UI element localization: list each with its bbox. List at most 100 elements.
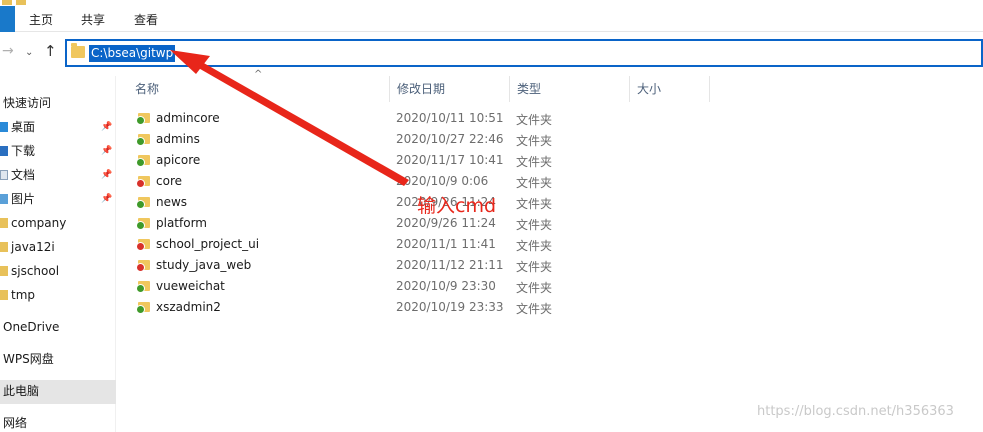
column-headers: 名称 修改日期 类型 大小 [128,76,710,102]
file-date: 2020/10/11 10:51 [396,111,504,125]
sidebar-item-label: 下载 [11,144,36,158]
folder-icon [0,290,8,300]
sidebar-item-label: 桌面 [11,120,36,134]
sidebar-item-this-pc[interactable]: 此电脑 [0,380,116,404]
folder-icon [0,242,8,252]
up-arrow-icon[interactable]: ↑ [44,42,57,60]
file-row[interactable]: core 2020/10/9 0:06 文件夹 [128,171,728,192]
file-name: core [156,174,182,188]
sync-error-icon [136,263,145,272]
sidebar-item-label: company [11,216,67,230]
folder-icon [2,0,12,5]
folder-icon [136,279,150,293]
sidebar-item-network[interactable]: 网络 [0,412,116,432]
file-name: apicore [156,153,201,167]
file-date: 2020/10/19 23:33 [396,300,504,314]
folder-icon [136,153,150,167]
folder-icon [0,266,8,276]
file-row[interactable]: admincore 2020/10/11 10:51 文件夹 [128,108,728,129]
ribbon-tabs: 主页 共享 查看 [0,6,983,32]
sidebar-item-sjschool[interactable]: sjschool [0,260,116,282]
file-tab[interactable] [0,6,15,32]
folder-icon [136,258,150,272]
sidebar-item-downloads[interactable]: 下载 📌 [0,140,116,162]
file-type: 文件夹 [516,113,553,127]
column-header-name[interactable]: 名称 [128,76,390,102]
file-name: xszadmin2 [156,300,221,314]
forward-arrow-icon[interactable]: → [2,43,14,59]
sidebar-item-desktop[interactable]: 桌面 📌 [0,116,116,138]
file-name: platform [156,216,207,230]
column-header-type[interactable]: 类型 [510,76,630,102]
file-name: study_java_web [156,258,252,272]
sidebar-item-wps[interactable]: WPS网盘 [0,348,116,370]
column-header-size[interactable]: 大小 [630,76,710,102]
file-type: 文件夹 [516,281,553,295]
file-type: 文件夹 [516,197,553,211]
sidebar-item-onedrive[interactable]: OneDrive [0,316,116,338]
sidebar-item-label: OneDrive [3,320,60,334]
sidebar-item-tmp[interactable]: tmp [0,284,116,306]
address-path[interactable]: C:\bsea\gitwp [89,45,176,62]
file-date: 2020/10/9 23:30 [396,279,496,293]
sidebar-item-company[interactable]: company [0,212,116,234]
sync-ok-icon [136,116,145,125]
file-row[interactable]: school_project_ui 2020/11/1 11:41 文件夹 [128,234,728,255]
pin-icon[interactable]: 📌 [101,164,112,186]
file-date: 2020/9/26 11:24 [396,216,496,230]
pin-icon[interactable]: 📌 [101,140,112,162]
file-row[interactable]: admins 2020/10/27 22:46 文件夹 [128,129,728,150]
file-name: school_project_ui [156,237,260,251]
sidebar-item-label: 网络 [3,416,28,430]
sidebar-item-pictures[interactable]: 图片 📌 [0,188,116,210]
tab-view[interactable]: 查看 [134,11,158,28]
desktop-icon [0,122,8,132]
sidebar-item-java12i[interactable]: java12i [0,236,116,258]
file-name: admins [156,132,200,146]
folder-icon [16,0,26,5]
pin-icon[interactable]: 📌 [101,116,112,138]
file-type: 文件夹 [516,260,553,274]
file-type: 文件夹 [516,134,553,148]
picture-icon [0,194,8,204]
file-row[interactable]: study_java_web 2020/11/12 21:11 文件夹 [128,255,728,276]
pin-icon[interactable]: 📌 [101,188,112,210]
sync-ok-icon [136,305,145,314]
folder-icon [136,132,150,146]
annotation-text: 输入cmd [417,195,497,217]
sync-ok-icon [136,200,145,209]
sync-ok-icon [136,137,145,146]
sidebar-item-label: 快速访问 [3,96,52,110]
folder-icon [136,195,150,209]
sidebar-item-label: 图片 [11,192,36,206]
column-header-date[interactable]: 修改日期 [390,76,510,102]
sidebar-item-label: 文档 [11,168,36,182]
sync-ok-icon [136,284,145,293]
file-name: news [156,195,188,209]
folder-icon [136,300,150,314]
file-date: 2020/11/17 10:41 [396,153,504,167]
address-bar[interactable]: C:\bsea\gitwp [65,39,983,67]
sidebar-item-label: tmp [11,288,36,302]
sync-ok-icon [136,158,145,167]
tab-home[interactable]: 主页 [29,11,53,28]
file-date: 2020/10/27 22:46 [396,132,504,146]
chevron-down-icon[interactable]: ⌄ [25,47,33,58]
file-name: vueweichat [156,279,225,293]
file-row[interactable]: apicore 2020/11/17 10:41 文件夹 [128,150,728,171]
document-icon [0,170,8,180]
file-type: 文件夹 [516,218,553,232]
file-date: 2020/11/1 11:41 [396,237,496,251]
sync-ok-icon [136,221,145,230]
sidebar-item-quick-access[interactable]: 快速访问 [0,92,116,114]
file-row[interactable]: xszadmin2 2020/10/19 23:33 文件夹 [128,297,728,318]
sidebar-item-label: java12i [11,240,55,254]
folder-icon [71,43,85,58]
file-row[interactable]: vueweichat 2020/10/9 23:30 文件夹 [128,276,728,297]
folder-icon [136,111,150,125]
sync-error-icon [136,242,145,251]
sidebar-item-label: WPS网盘 [3,352,54,366]
tab-share[interactable]: 共享 [81,11,105,28]
file-type: 文件夹 [516,176,553,190]
sidebar-item-documents[interactable]: 文档 📌 [0,164,116,186]
